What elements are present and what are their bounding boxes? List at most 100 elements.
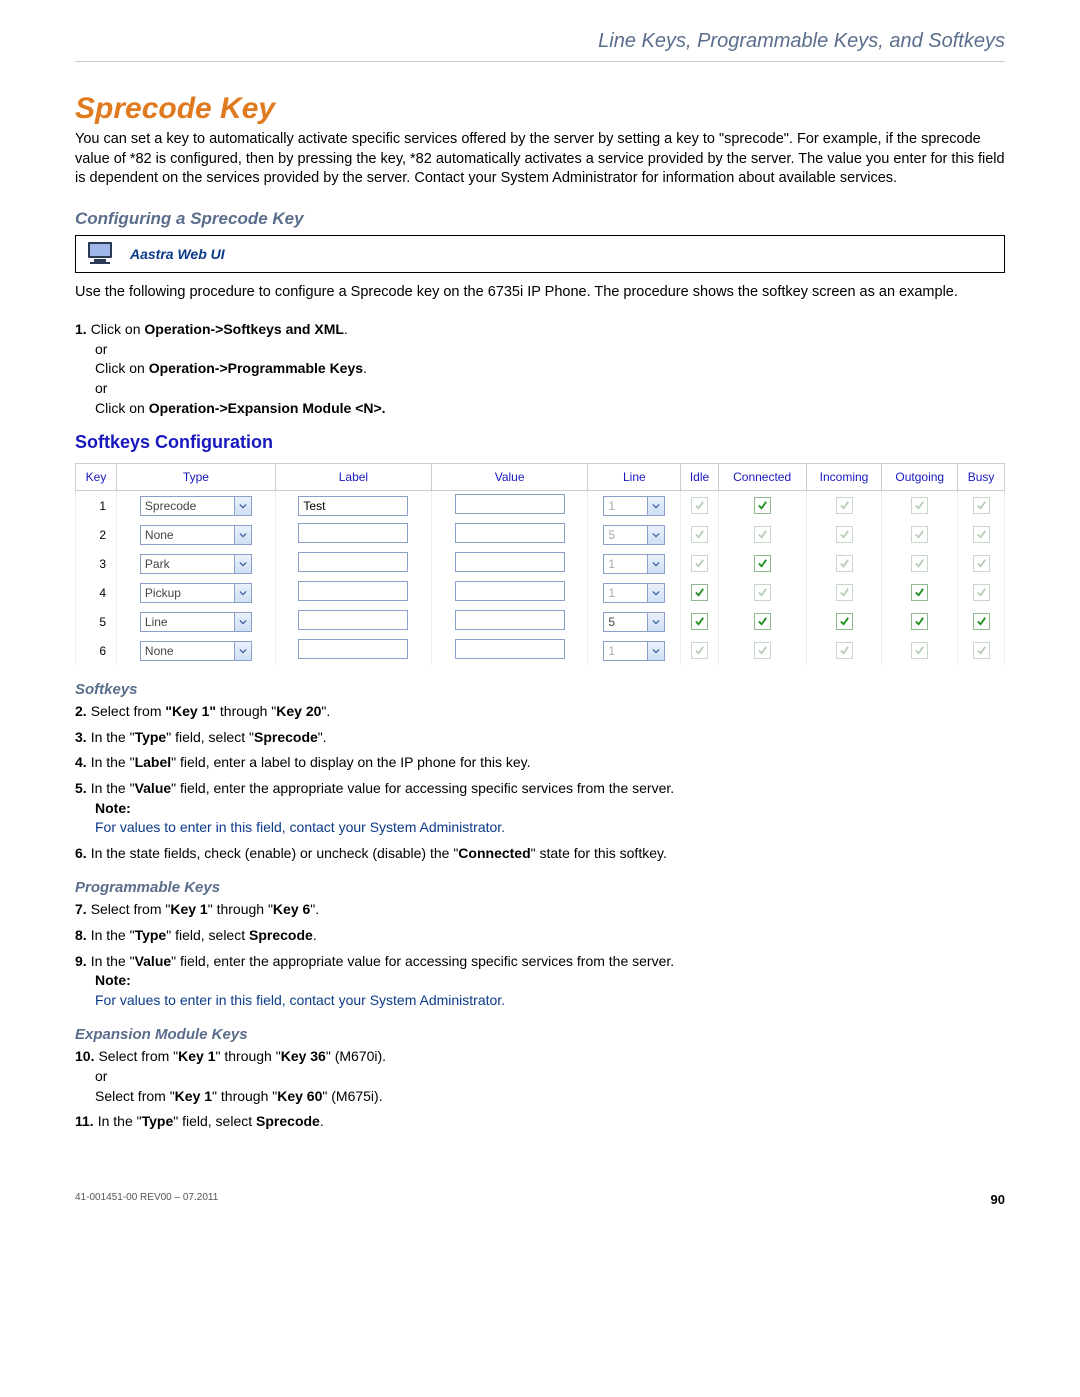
column-header: Busy — [958, 464, 1005, 491]
step-11: 11.In the "Type" field, select Sprecode. — [75, 1112, 1005, 1132]
footer-docid: 41-001451-00 REV00 – 07.2011 — [75, 1192, 218, 1207]
state-checkbox — [911, 555, 928, 572]
column-header: Connected — [718, 464, 806, 491]
value-input[interactable] — [455, 523, 565, 543]
column-header: Key — [76, 464, 117, 491]
label-input[interactable] — [298, 552, 408, 572]
state-checkbox — [836, 497, 853, 514]
key-number: 5 — [76, 607, 117, 636]
table-row: 1 Sprecode Test 1 — [76, 491, 1005, 521]
state-checkbox[interactable] — [754, 497, 771, 514]
state-checkbox — [836, 555, 853, 572]
state-checkbox — [973, 526, 990, 543]
column-header: Type — [117, 464, 276, 491]
step-3: 3.In the "Type" field, select "Sprecode"… — [75, 728, 1005, 748]
state-checkbox[interactable] — [754, 555, 771, 572]
type-dropdown[interactable]: Pickup — [140, 583, 252, 603]
column-header: Label — [275, 464, 431, 491]
state-checkbox[interactable] — [911, 584, 928, 601]
state-checkbox[interactable] — [691, 613, 708, 630]
state-checkbox — [911, 497, 928, 514]
state-checkbox — [836, 526, 853, 543]
state-checkbox — [754, 642, 771, 659]
column-header: Value — [432, 464, 588, 491]
state-checkbox — [836, 584, 853, 601]
line-dropdown[interactable]: 5 — [603, 612, 665, 632]
step-6: 6.In the state fields, check (enable) or… — [75, 844, 1005, 864]
state-checkbox — [973, 584, 990, 601]
page-title: Sprecode Key — [75, 92, 1005, 126]
state-checkbox — [754, 584, 771, 601]
use-text: Use the following procedure to configure… — [75, 283, 1005, 303]
column-header: Line — [588, 464, 681, 491]
chevron-down-icon — [647, 497, 664, 515]
state-checkbox — [836, 642, 853, 659]
value-input[interactable] — [455, 552, 565, 572]
table-row: 6 None 1 — [76, 636, 1005, 665]
chevron-down-icon — [234, 642, 251, 660]
programmable-keys-heading: Programmable Keys — [75, 879, 1005, 896]
step-9: 9.In the "Value" field, enter the approp… — [75, 952, 1005, 1011]
aastra-webui-callout: Aastra Web UI — [75, 235, 1005, 273]
type-dropdown[interactable]: Park — [140, 554, 252, 574]
footer-page-number: 90 — [991, 1192, 1005, 1207]
table-row: 4 Pickup 1 — [76, 578, 1005, 607]
step-8: 8.In the "Type" field, select Sprecode. — [75, 926, 1005, 946]
step-4: 4.In the "Label" field, enter a label to… — [75, 753, 1005, 773]
chevron-down-icon — [647, 555, 664, 573]
column-header: Idle — [681, 464, 718, 491]
chevron-down-icon — [234, 584, 251, 602]
chevron-down-icon — [234, 613, 251, 631]
step-10: 10.Select from "Key 1" through "Key 36" … — [75, 1047, 1005, 1106]
chevron-down-icon — [647, 526, 664, 544]
line-dropdown: 1 — [603, 583, 665, 603]
step-7: 7.Select from "Key 1" through "Key 6". — [75, 900, 1005, 920]
chevron-down-icon — [234, 526, 251, 544]
monitor-icon — [84, 240, 120, 268]
value-input[interactable] — [455, 581, 565, 601]
chevron-down-icon — [234, 555, 251, 573]
value-input[interactable] — [455, 639, 565, 659]
step-5: 5.In the "Value" field, enter the approp… — [75, 779, 1005, 838]
table-row: 5 Line 5 — [76, 607, 1005, 636]
key-number: 6 — [76, 636, 117, 665]
state-checkbox — [691, 526, 708, 543]
line-dropdown: 1 — [603, 554, 665, 574]
state-checkbox — [691, 555, 708, 572]
line-dropdown: 1 — [603, 496, 665, 516]
key-number: 4 — [76, 578, 117, 607]
label-input[interactable] — [298, 610, 408, 630]
state-checkbox[interactable] — [691, 584, 708, 601]
state-checkbox — [911, 642, 928, 659]
line-dropdown: 1 — [603, 641, 665, 661]
softkeys-heading: Softkeys — [75, 681, 1005, 698]
label-input[interactable] — [298, 639, 408, 659]
key-number: 1 — [76, 491, 117, 521]
table-row: 2None5 — [76, 520, 1005, 549]
value-input[interactable] — [455, 610, 565, 630]
expansion-keys-heading: Expansion Module Keys — [75, 1026, 1005, 1043]
state-checkbox[interactable] — [836, 613, 853, 630]
intro-text: You can set a key to automatically activ… — [75, 130, 1005, 189]
type-dropdown[interactable]: None — [140, 525, 252, 545]
label-input[interactable] — [298, 581, 408, 601]
type-dropdown[interactable]: None — [140, 641, 252, 661]
chevron-down-icon — [647, 613, 664, 631]
chevron-down-icon — [234, 497, 251, 515]
label-input[interactable]: Test — [298, 496, 408, 516]
column-header: Outgoing — [882, 464, 958, 491]
callout-label: Aastra Web UI — [130, 246, 225, 262]
state-checkbox[interactable] — [754, 613, 771, 630]
state-checkbox — [691, 642, 708, 659]
type-dropdown[interactable]: Line — [140, 612, 252, 632]
state-checkbox[interactable] — [973, 613, 990, 630]
state-checkbox[interactable] — [911, 613, 928, 630]
state-checkbox — [973, 555, 990, 572]
value-input[interactable] — [455, 494, 565, 514]
label-input[interactable] — [298, 523, 408, 543]
step-2: 2.Select from "Key 1" through "Key 20". — [75, 702, 1005, 722]
type-dropdown[interactable]: Sprecode — [140, 496, 252, 516]
key-number: 3 — [76, 549, 117, 578]
step-1: 1.Click on Operation->Softkeys and XML. … — [75, 320, 1005, 418]
column-header: Incoming — [806, 464, 882, 491]
